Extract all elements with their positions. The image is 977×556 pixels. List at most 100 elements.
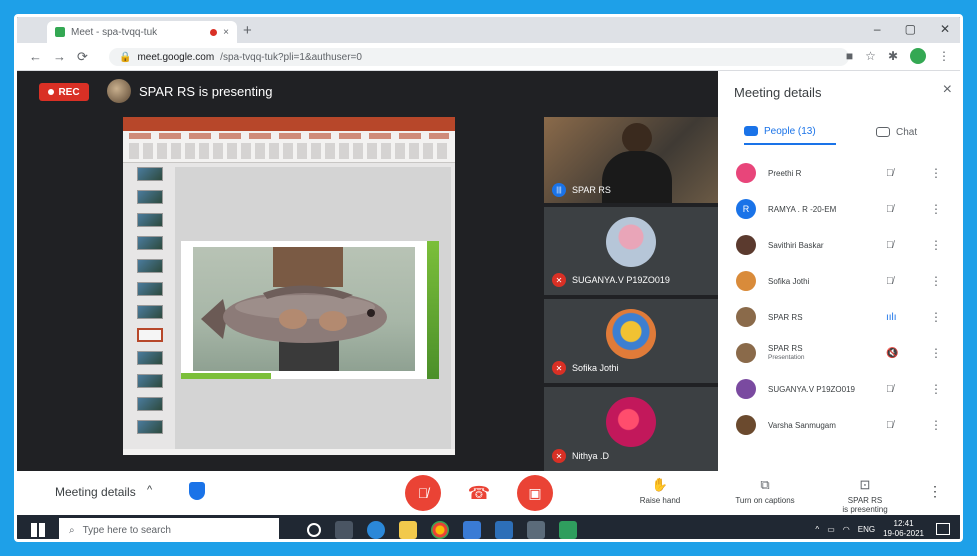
browser-tab-meet[interactable]: Meet - spa-tvqq-tuk ×	[47, 21, 237, 43]
tile-name-tag: ✕ Sofika Jothi	[552, 361, 619, 375]
shared-screen-powerpoint[interactable]	[123, 117, 455, 455]
mic-off-icon[interactable]: 🎙̸	[886, 384, 894, 395]
browser-menu-icon[interactable]: ⋮	[938, 49, 950, 63]
meeting-details-button[interactable]: Meeting details	[55, 485, 136, 499]
windows-start-icon[interactable]	[31, 523, 45, 537]
screen-frame: Meet - spa-tvqq-tuk × + – ▢ ✕ ← → ⟳ 🔒 me…	[14, 14, 963, 542]
captions-button[interactable]: ⧉ Turn on captions	[725, 477, 805, 505]
video-tile-nithya[interactable]: ✕ Nithya .D	[544, 387, 718, 471]
more-options-icon[interactable]: ⋮	[930, 418, 942, 432]
security-shield-icon[interactable]	[189, 482, 205, 500]
leave-call-button[interactable]: ☎	[461, 475, 497, 511]
video-tile-spar-rs[interactable]: ||| SPAR RS	[544, 117, 718, 203]
task-view-icon[interactable]	[335, 521, 353, 539]
mic-muted-icon: ✕	[552, 361, 566, 375]
wifi-icon[interactable]: ◠	[843, 525, 850, 534]
tray-chevron-icon[interactable]: ^	[815, 525, 819, 534]
tab-close-icon[interactable]: ×	[223, 27, 229, 38]
raise-hand-button[interactable]: ✋ Raise hand	[635, 477, 685, 505]
participant-row[interactable]: SUGANYA.V P19ZO019 🎙̸ ⋮	[718, 371, 960, 407]
participant-row[interactable]: Sofika Jothi 🎙̸ ⋮	[718, 263, 960, 299]
back-button[interactable]: ←	[29, 49, 42, 64]
notifications-icon[interactable]	[936, 523, 950, 535]
mic-off-icon[interactable]: 🎙̸	[886, 276, 894, 287]
record-dot-icon	[48, 89, 55, 95]
chevron-up-icon[interactable]: ^	[147, 484, 152, 496]
presenting-label: SPAR RS is presenting	[139, 84, 273, 99]
mail-icon[interactable]	[463, 521, 481, 539]
mic-off-icon[interactable]: 🎙̸	[886, 240, 894, 251]
hang-up-icon: ☎	[467, 482, 491, 503]
battery-icon[interactable]: ▭	[827, 525, 835, 534]
url-host: meet.google.com	[137, 51, 215, 63]
participant-row[interactable]: Preethi R 🎙̸ ⋮	[718, 155, 960, 191]
audio-off-icon[interactable]: 🔇	[886, 348, 898, 359]
present-screen-icon: ⊡	[859, 477, 871, 492]
reload-button[interactable]: ⟳	[77, 49, 88, 65]
cortana-icon[interactable]	[307, 523, 321, 537]
word-icon[interactable]	[495, 521, 513, 539]
taskbar-search-box[interactable]: ⌕ Type here to search	[59, 518, 279, 539]
avatar: R	[736, 199, 756, 219]
speaking-indicator-icon[interactable]: ıılı	[886, 312, 897, 323]
language-indicator[interactable]: ENG	[858, 525, 875, 534]
video-tile-suganya[interactable]: ✕ SUGANYA.V P19ZO019	[544, 207, 718, 295]
slide-thumbnail	[137, 236, 163, 250]
meeting-details-panel: Meeting details × People (13) Chat Preet…	[718, 71, 960, 471]
mic-off-icon[interactable]: 🎙̸	[886, 204, 894, 215]
participant-row[interactable]: SPAR RS Presentation 🔇 ⋮	[718, 335, 960, 371]
new-tab-button[interactable]: +	[243, 22, 252, 39]
participant-list: Preethi R 🎙̸ ⋮ R RAMYA . R -20-EM 🎙̸ ⋮ S…	[718, 155, 960, 443]
minimize-button[interactable]: –	[874, 22, 881, 36]
tile-name: Sofika Jothi	[572, 363, 619, 373]
people-icon	[744, 126, 758, 136]
window-controls: – ▢ ✕	[874, 22, 950, 36]
more-options-button[interactable]: ⋮	[928, 483, 942, 500]
more-options-icon[interactable]: ⋮	[930, 238, 942, 252]
participant-row[interactable]: Varsha Sanmugam 🎙̸ ⋮	[718, 407, 960, 443]
more-options-icon[interactable]: ⋮	[930, 166, 942, 180]
bookmark-star-icon[interactable]: ☆	[865, 49, 876, 63]
presenting-button[interactable]: ⊡ SPAR RS is presenting	[835, 477, 895, 514]
taskbar-clock[interactable]: 12:41 19-06-2021	[883, 519, 924, 539]
avatar	[736, 307, 756, 327]
chrome-icon[interactable]	[431, 521, 449, 539]
profile-avatar[interactable]	[910, 48, 926, 64]
mic-off-icon[interactable]: 🎙̸	[886, 420, 894, 431]
tab-people[interactable]: People (13)	[744, 119, 836, 145]
close-panel-button[interactable]: ×	[943, 81, 952, 99]
participant-row[interactable]: R RAMYA . R -20-EM 🎙̸ ⋮	[718, 191, 960, 227]
video-tile-sofika[interactable]: ✕ Sofika Jothi	[544, 299, 718, 383]
camera-toggle-button[interactable]: ▣	[517, 475, 553, 511]
edge-icon[interactable]	[367, 521, 385, 539]
ppt-ribbon-tools	[129, 143, 449, 159]
raise-hand-label: Raise hand	[639, 496, 681, 505]
more-options-icon[interactable]: ⋮	[930, 382, 942, 396]
avatar	[736, 379, 756, 399]
extensions-puzzle-icon[interactable]: ✱	[888, 49, 898, 63]
tab-chat[interactable]: Chat	[876, 119, 917, 145]
more-options-icon[interactable]: ⋮	[930, 202, 942, 216]
mic-toggle-button[interactable]: 🎙̸	[405, 475, 441, 511]
fish-image	[201, 247, 387, 371]
url-path: /spa-tvqq-tuk?pli=1&authuser=0	[220, 51, 362, 63]
camera-indicator-icon[interactable]: ■	[846, 49, 853, 63]
store-icon[interactable]	[527, 521, 545, 539]
tab-people-label: People (13)	[764, 125, 816, 137]
hand-icon: ✋	[651, 477, 669, 492]
participant-row[interactable]: Savithiri Baskar 🎙̸ ⋮	[718, 227, 960, 263]
app-icon[interactable]	[559, 521, 577, 539]
maximize-button[interactable]: ▢	[905, 22, 916, 36]
participant-row[interactable]: SPAR RS ıılı ⋮	[718, 299, 960, 335]
more-options-icon[interactable]: ⋮	[930, 274, 942, 288]
mic-off-icon[interactable]: 🎙̸	[886, 168, 894, 179]
more-options-icon[interactable]: ⋮	[930, 310, 942, 324]
forward-button[interactable]: →	[53, 49, 66, 64]
taskbar-apps	[307, 521, 577, 539]
file-explorer-icon[interactable]	[399, 521, 417, 539]
close-window-button[interactable]: ✕	[940, 22, 950, 36]
browser-tab-bar: Meet - spa-tvqq-tuk × + – ▢ ✕	[17, 17, 960, 43]
rec-label: REC	[58, 86, 80, 98]
more-options-icon[interactable]: ⋮	[930, 346, 942, 360]
url-field[interactable]: 🔒 meet.google.com/spa-tvqq-tuk?pli=1&aut…	[109, 48, 849, 66]
